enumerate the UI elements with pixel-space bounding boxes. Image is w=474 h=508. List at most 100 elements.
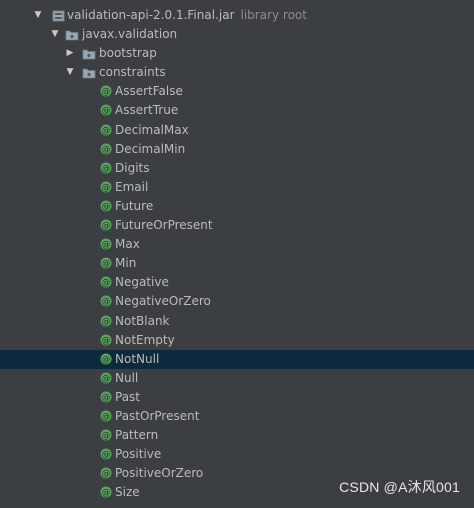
tree-row-annotation[interactable]: @ Min xyxy=(0,254,474,273)
annotation-icon: @ xyxy=(100,124,112,136)
jar-label: validation-api-2.0.1.Final.jar library ro… xyxy=(67,6,307,25)
svg-text:@: @ xyxy=(102,164,111,174)
expand-arrow-icon[interactable]: ▼ xyxy=(64,63,76,82)
tree-row-annotation[interactable]: @ PastOrPresent xyxy=(0,407,474,426)
annotation-icon: @ xyxy=(100,353,112,365)
annotation-label: DecimalMax xyxy=(115,122,189,137)
tree-row-annotation[interactable]: @ Email xyxy=(0,178,474,197)
svg-text:@: @ xyxy=(102,126,111,136)
annotation-label: PastOrPresent xyxy=(115,408,200,423)
tree-row-annotation[interactable]: @ NotBlank xyxy=(0,312,474,331)
tree-row-subpackage[interactable]: ▼ constraints xyxy=(0,63,474,82)
tree-row-annotation[interactable]: @ NotNull xyxy=(0,349,474,369)
tree-row-annotation[interactable]: @ Future xyxy=(0,197,474,216)
package-icon xyxy=(82,68,96,79)
tree-row-annotation[interactable]: @ FutureOrPresent xyxy=(0,216,474,235)
svg-text:@: @ xyxy=(102,412,111,422)
svg-text:@: @ xyxy=(102,259,111,269)
annotation-icon: @ xyxy=(100,85,112,97)
annotation-label: Email xyxy=(115,179,149,194)
annotation-icon: @ xyxy=(100,181,112,193)
annotation-label: Negative xyxy=(115,275,169,290)
tree-row-package[interactable]: ▼ javax.validation xyxy=(0,25,474,44)
tree-row-jar[interactable]: ▼ validation-api-2.0.1.Final.jar library … xyxy=(0,6,474,25)
svg-text:@: @ xyxy=(102,221,111,231)
svg-text:@: @ xyxy=(102,240,111,250)
svg-text:@: @ xyxy=(102,374,111,384)
package-icon xyxy=(65,30,79,41)
svg-text:@: @ xyxy=(102,336,111,346)
annotation-icon: @ xyxy=(100,372,112,384)
annotation-label: NegativeOrZero xyxy=(115,294,211,309)
tree-row-annotation[interactable]: @ Max xyxy=(0,235,474,254)
annotation-icon: @ xyxy=(100,104,112,116)
jar-icon xyxy=(52,10,65,22)
annotation-label: DecimalMin xyxy=(115,141,186,156)
annotation-icon: @ xyxy=(100,219,112,231)
svg-text:@: @ xyxy=(102,87,111,97)
svg-text:@: @ xyxy=(102,297,111,307)
annotation-icon: @ xyxy=(100,143,112,155)
annotation-label: PositiveOrZero xyxy=(115,466,204,481)
tree-row-annotation[interactable]: @ Pattern xyxy=(0,426,474,445)
annotation-label: NotEmpty xyxy=(115,332,175,347)
annotation-label: Size xyxy=(115,485,140,500)
annotation-icon: @ xyxy=(100,162,112,174)
annotation-icon: @ xyxy=(100,238,112,250)
annotation-label: Future xyxy=(115,198,154,213)
annotation-icon: @ xyxy=(100,295,112,307)
annotation-icon: @ xyxy=(100,276,112,288)
project-tree: ▼ validation-api-2.0.1.Final.jar library … xyxy=(0,6,474,502)
svg-text:@: @ xyxy=(102,469,111,479)
tree-row-annotation[interactable]: @ AssertFalse xyxy=(0,82,474,101)
annotation-icon: @ xyxy=(100,391,112,403)
tree-row-annotation[interactable]: @ NotEmpty xyxy=(0,331,474,350)
tree-row-annotation[interactable]: @ Digits xyxy=(0,159,474,178)
svg-text:@: @ xyxy=(102,450,111,460)
svg-text:@: @ xyxy=(102,278,111,288)
annotation-icon: @ xyxy=(100,448,112,460)
subpackage-label: bootstrap xyxy=(99,46,157,61)
svg-text:@: @ xyxy=(102,355,111,365)
annotation-icon: @ xyxy=(100,467,112,479)
tree-row-annotation[interactable]: @ Positive xyxy=(0,445,474,464)
svg-text:@: @ xyxy=(102,317,111,327)
tree-row-annotation[interactable]: @ DecimalMin xyxy=(0,140,474,159)
annotation-label: Positive xyxy=(115,447,162,462)
package-label: javax.validation xyxy=(82,27,178,42)
jar-name: validation-api-2.0.1.Final.jar xyxy=(67,8,235,22)
svg-text:@: @ xyxy=(102,183,111,193)
collapse-arrow-icon[interactable]: ▶ xyxy=(64,44,76,63)
package-icon xyxy=(82,49,96,60)
expand-arrow-icon[interactable]: ▼ xyxy=(32,6,44,25)
annotation-label: NotBlank xyxy=(115,313,170,328)
annotation-label: AssertTrue xyxy=(115,103,179,118)
expand-arrow-icon[interactable]: ▼ xyxy=(49,25,61,44)
tree-row-annotation[interactable]: @ Negative xyxy=(0,273,474,292)
library-root-hint: library root xyxy=(240,8,307,22)
annotation-icon: @ xyxy=(100,200,112,212)
annotation-label: AssertFalse xyxy=(115,84,183,99)
svg-text:@: @ xyxy=(102,431,111,441)
annotation-label: Null xyxy=(115,370,139,385)
tree-row-annotation[interactable]: @ NegativeOrZero xyxy=(0,292,474,311)
annotation-icon: @ xyxy=(100,410,112,422)
annotation-label: Max xyxy=(115,237,140,252)
subpackage-label: constraints xyxy=(99,65,166,80)
tree-row-annotation[interactable]: @ DecimalMax xyxy=(0,121,474,140)
watermark: CSDN @A沐风001 xyxy=(339,479,460,495)
svg-text:@: @ xyxy=(102,488,111,498)
tree-row-annotation[interactable]: @ Past xyxy=(0,388,474,407)
svg-text:@: @ xyxy=(102,393,111,403)
tree-row-annotation[interactable]: @ AssertTrue xyxy=(0,101,474,120)
annotation-icon: @ xyxy=(100,486,112,498)
annotation-label: NotNull xyxy=(115,351,160,366)
annotation-icon: @ xyxy=(100,315,112,327)
tree-row-annotation[interactable]: @ Null xyxy=(0,369,474,388)
tree-row-subpackage[interactable]: ▶ bootstrap xyxy=(0,44,474,63)
svg-text:@: @ xyxy=(102,145,111,155)
annotation-label: Past xyxy=(115,389,141,404)
annotation-label: Digits xyxy=(115,160,150,175)
svg-text:@: @ xyxy=(102,106,111,116)
svg-text:@: @ xyxy=(102,202,111,212)
